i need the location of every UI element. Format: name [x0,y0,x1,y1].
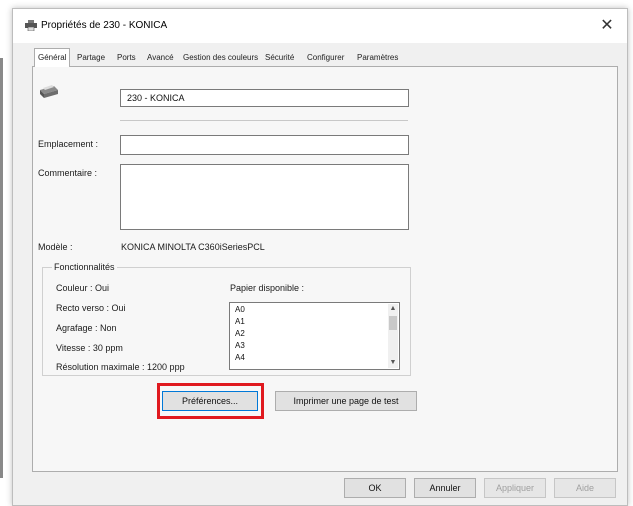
window-edge [0,58,3,478]
paper-scrollbar[interactable]: ▲ ▼ [388,304,398,368]
scroll-thumb[interactable] [389,316,397,330]
feature-staple: Agrafage : Non [56,323,117,333]
paper-available-label: Papier disponible : [230,283,305,293]
ok-button[interactable]: OK [344,478,406,498]
list-item[interactable]: A4 [235,353,245,362]
apply-button[interactable]: Appliquer [484,478,546,498]
features-title: Fonctionnalités [52,262,117,272]
list-item[interactable]: A1 [235,317,245,326]
close-icon: ✕ [600,17,614,34]
feature-color: Couleur : Oui [56,283,110,293]
tab-general[interactable]: Général [34,48,71,67]
scroll-down-icon[interactable]: ▼ [388,358,398,368]
location-field[interactable] [120,135,409,155]
window-title: Propriétés de 230 - KONICA [41,20,168,31]
cancel-button[interactable]: Annuler [414,478,476,498]
comment-label: Commentaire : [38,168,98,178]
title-bar: Propriétés de 230 - KONICA ✕ [13,9,627,43]
printer-name-field[interactable]: 230 - KONICA [120,89,409,107]
list-item[interactable]: A0 [235,305,245,314]
model-value: KONICA MINOLTA C360iSeriesPCL [121,242,265,252]
list-item[interactable]: A2 [235,329,245,338]
printer-device-icon [40,85,58,98]
paper-listbox[interactable]: A0 A1 A2 A3 A4 ▲ ▼ [229,302,400,370]
scroll-up-icon[interactable]: ▲ [388,304,398,314]
separator [120,120,408,121]
feature-speed: Vitesse : 30 ppm [56,343,123,353]
location-label: Emplacement : [38,139,99,149]
model-label: Modèle : [38,242,73,252]
feature-resolution: Résolution maximale : 1200 ppp [56,362,185,372]
tab-sharing[interactable]: Partage [74,50,108,65]
help-button[interactable]: Aide [554,478,616,498]
tab-ports[interactable]: Ports [114,50,139,65]
feature-duplex: Recto verso : Oui [56,303,126,313]
tab-advanced[interactable]: Avancé [144,50,177,65]
tab-settings[interactable]: Paramètres [354,50,401,65]
comment-field[interactable] [120,164,409,230]
print-test-page-button[interactable]: Imprimer une page de test [275,391,417,411]
tab-color-management[interactable]: Gestion des couleurs [180,50,261,65]
printer-icon [25,20,37,31]
close-button[interactable]: ✕ [593,13,621,39]
tab-security[interactable]: Sécurité [262,50,297,65]
highlight-box [157,383,264,419]
tab-configure[interactable]: Configurer [304,50,347,65]
tab-bar: Général Partage Ports Avancé Gestion des… [34,48,623,67]
list-item[interactable]: A3 [235,341,245,350]
